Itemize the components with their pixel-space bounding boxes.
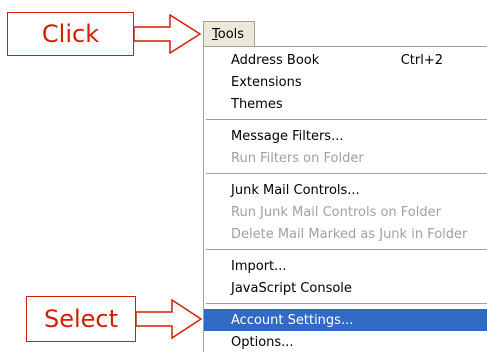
menu-item-options[interactable]: Options... [204,331,487,353]
menu-item-label: Import... [231,258,287,274]
select-callout: Select [26,296,204,342]
menu-item-label: Account Settings... [231,312,354,328]
menu-item-extensions[interactable]: Extensions [204,71,487,93]
menu-separator [206,303,487,305]
tools-dropdown-menu: Address Book Ctrl+2 Extensions Themes Me… [203,46,487,352]
menu-item-label: Delete Mail Marked as Junk in Folder [231,226,468,242]
menu-item-address-book[interactable]: Address Book Ctrl+2 [204,49,487,71]
menu-item-javascript-console[interactable]: JavaScript Console [204,277,487,299]
menu-item-account-settings[interactable]: Account Settings... [204,309,487,331]
select-label: Select [26,296,136,342]
menu-item-label: Extensions [231,74,302,90]
menu-item-label: Junk Mail Controls... [231,182,360,198]
menu-item-label: Run Junk Mail Controls on Folder [231,204,441,220]
menu-item-label: Options... [231,334,294,350]
menu-item-shortcut: Ctrl+2 [400,52,443,68]
tools-menu-title[interactable]: Tools [203,21,255,47]
arrow-right-icon [134,13,202,55]
menu-item-label: Message Filters... [231,128,344,144]
menu-item-run-filters: Run Filters on Folder [204,147,487,169]
menu-separator [206,173,487,175]
menu-item-label: Run Filters on Folder [231,150,364,166]
arrow-right-icon [136,298,203,340]
click-callout: Click [7,12,204,56]
menu-item-delete-junk: Delete Mail Marked as Junk in Folder [204,223,487,245]
tools-menu-label: Tools [212,27,245,42]
menu-item-themes[interactable]: Themes [204,93,487,115]
menu-item-import[interactable]: Import... [204,255,487,277]
tools-menu-label-rest: ools [217,27,245,42]
menu-item-label: Themes [231,96,283,112]
menu-item-run-junk-controls: Run Junk Mail Controls on Folder [204,201,487,223]
menu-item-junk-mail-controls[interactable]: Junk Mail Controls... [204,179,487,201]
click-label: Click [7,12,134,56]
menu-item-label: JavaScript Console [231,280,352,296]
menu-item-label: Address Book [231,52,320,68]
menu-separator [206,249,487,251]
menu-item-message-filters[interactable]: Message Filters... [204,125,487,147]
menu-separator [206,119,487,121]
